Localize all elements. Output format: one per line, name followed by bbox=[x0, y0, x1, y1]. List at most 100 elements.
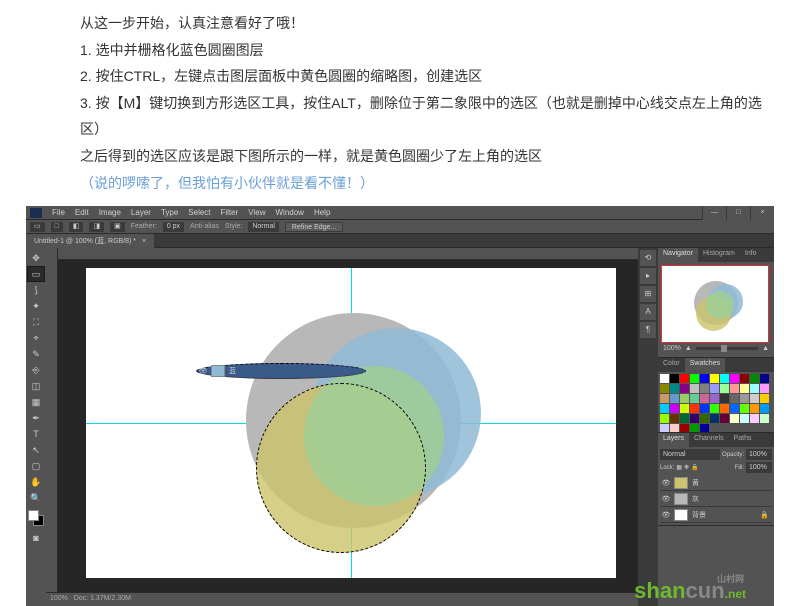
swatch-color[interactable] bbox=[750, 404, 759, 413]
marquee-add-icon[interactable]: ◧ bbox=[69, 222, 84, 232]
swatch-color[interactable] bbox=[670, 384, 679, 393]
swatch-color[interactable] bbox=[760, 374, 769, 383]
layer-thumbnail[interactable] bbox=[674, 509, 688, 521]
tab-channels[interactable]: Channels bbox=[689, 433, 729, 447]
swatch-color[interactable] bbox=[720, 394, 729, 403]
menu-select[interactable]: Select bbox=[188, 208, 210, 217]
history-icon[interactable]: ⟲ bbox=[640, 250, 656, 266]
lock-all-icon[interactable]: 🔒 bbox=[691, 464, 698, 471]
eyedropper-tool[interactable]: ⌖ bbox=[27, 330, 45, 346]
maximize-button[interactable]: □ bbox=[726, 206, 750, 220]
swatch-color[interactable] bbox=[690, 404, 699, 413]
swatch-color[interactable] bbox=[660, 424, 669, 432]
tab-swatches[interactable]: Swatches bbox=[685, 358, 725, 372]
swatch-color[interactable] bbox=[700, 414, 709, 423]
swatch-color[interactable] bbox=[760, 384, 769, 393]
swatch-color[interactable] bbox=[680, 424, 689, 432]
swatch-color[interactable] bbox=[740, 414, 749, 423]
swatch-color[interactable] bbox=[680, 384, 689, 393]
swatch-color[interactable] bbox=[760, 394, 769, 403]
style-dropdown[interactable]: Normal bbox=[248, 222, 279, 232]
gradient-tool[interactable]: ▦ bbox=[27, 394, 45, 410]
status-doc-info[interactable]: Doc: 1.37M/2.30M bbox=[74, 595, 131, 602]
layer-row[interactable]: 👁灰 bbox=[660, 491, 772, 507]
swatch-color[interactable] bbox=[750, 384, 759, 393]
status-zoom[interactable]: 100% bbox=[50, 595, 68, 602]
menu-help[interactable]: Help bbox=[314, 208, 330, 217]
zoom-slider[interactable] bbox=[696, 347, 758, 350]
actions-icon[interactable]: ▸ bbox=[640, 268, 656, 284]
swatch-color[interactable] bbox=[750, 394, 759, 403]
zoom-out-icon[interactable]: ▲ bbox=[685, 345, 692, 352]
color-swatches[interactable] bbox=[28, 510, 44, 526]
swatch-color[interactable] bbox=[740, 384, 749, 393]
swatch-color[interactable] bbox=[710, 374, 719, 383]
swatch-color[interactable] bbox=[730, 414, 739, 423]
character-icon[interactable]: A bbox=[640, 304, 656, 320]
swatch-color[interactable] bbox=[670, 424, 679, 432]
menu-type[interactable]: Type bbox=[161, 208, 178, 217]
marquee-tool[interactable]: ▭ bbox=[27, 266, 45, 282]
lock-position-icon[interactable]: ✥ bbox=[684, 464, 689, 471]
menu-file[interactable]: File bbox=[52, 208, 65, 217]
swatch-color[interactable] bbox=[750, 414, 759, 423]
swatch-color[interactable] bbox=[760, 414, 769, 423]
layer-name[interactable]: 黄 bbox=[690, 478, 772, 488]
swatch-color[interactable] bbox=[730, 384, 739, 393]
shape-tool[interactable]: ▢ bbox=[27, 458, 45, 474]
visibility-icon[interactable]: 👁 bbox=[197, 367, 209, 375]
antialias-checkbox[interactable]: Anti-alias bbox=[190, 223, 219, 230]
swatch-color[interactable] bbox=[680, 414, 689, 423]
swatch-color[interactable] bbox=[670, 394, 679, 403]
tab-info[interactable]: Info bbox=[740, 248, 762, 262]
swatch-color[interactable] bbox=[690, 374, 699, 383]
close-button[interactable]: × bbox=[750, 206, 774, 220]
tab-close-icon[interactable]: × bbox=[142, 238, 146, 245]
minimize-button[interactable]: — bbox=[702, 206, 726, 220]
swatch-color[interactable] bbox=[660, 394, 669, 403]
swatch-color[interactable] bbox=[670, 404, 679, 413]
navigator-thumbnail[interactable] bbox=[661, 265, 769, 343]
artboard[interactable] bbox=[86, 268, 616, 578]
swatch-color[interactable] bbox=[720, 374, 729, 383]
swatch-color[interactable] bbox=[700, 424, 709, 432]
swatch-color[interactable] bbox=[680, 374, 689, 383]
menu-edit[interactable]: Edit bbox=[75, 208, 89, 217]
swatch-color[interactable] bbox=[720, 404, 729, 413]
layer-row[interactable]: 👁背景🔒 bbox=[660, 507, 772, 523]
swatch-color[interactable] bbox=[700, 374, 709, 383]
layer-row[interactable]: 👁黄 bbox=[660, 475, 772, 491]
zoom-in-icon[interactable]: ▲ bbox=[762, 345, 769, 352]
swatches-grid[interactable] bbox=[658, 372, 774, 432]
swatch-color[interactable] bbox=[660, 384, 669, 393]
swatch-color[interactable] bbox=[690, 414, 699, 423]
swatch-color[interactable] bbox=[680, 394, 689, 403]
visibility-icon[interactable]: 👁 bbox=[660, 495, 672, 503]
swatch-color[interactable] bbox=[710, 394, 719, 403]
marquee-intersect-icon[interactable]: ▣ bbox=[110, 222, 125, 232]
swatch-color[interactable] bbox=[670, 374, 679, 383]
swatch-color[interactable] bbox=[760, 404, 769, 413]
canvas-area[interactable] bbox=[46, 248, 658, 606]
swatch-color[interactable] bbox=[670, 414, 679, 423]
marquee-new-icon[interactable]: □ bbox=[51, 222, 63, 232]
swatch-color[interactable] bbox=[710, 404, 719, 413]
layer-thumbnail[interactable] bbox=[674, 493, 688, 505]
visibility-icon[interactable]: 👁 bbox=[660, 511, 672, 519]
swatch-color[interactable] bbox=[730, 404, 739, 413]
layer-name[interactable]: 背景 bbox=[690, 510, 758, 520]
type-tool[interactable]: T bbox=[27, 426, 45, 442]
paragraph-icon[interactable]: ¶ bbox=[640, 322, 656, 338]
swatch-color[interactable] bbox=[690, 424, 699, 432]
tab-color[interactable]: Color bbox=[658, 358, 685, 372]
pen-tool[interactable]: ✒ bbox=[27, 410, 45, 426]
feather-input[interactable]: 0 px bbox=[163, 222, 184, 232]
tab-navigator[interactable]: Navigator bbox=[658, 248, 698, 262]
swatch-color[interactable] bbox=[710, 414, 719, 423]
swatch-color[interactable] bbox=[700, 384, 709, 393]
tool-preset-icon[interactable]: ▭ bbox=[30, 222, 45, 232]
tab-histogram[interactable]: Histogram bbox=[698, 248, 740, 262]
eraser-tool[interactable]: ◫ bbox=[27, 378, 45, 394]
zoom-tool[interactable]: 🔍 bbox=[27, 490, 45, 506]
layer-name[interactable]: 蓝 bbox=[227, 366, 365, 376]
